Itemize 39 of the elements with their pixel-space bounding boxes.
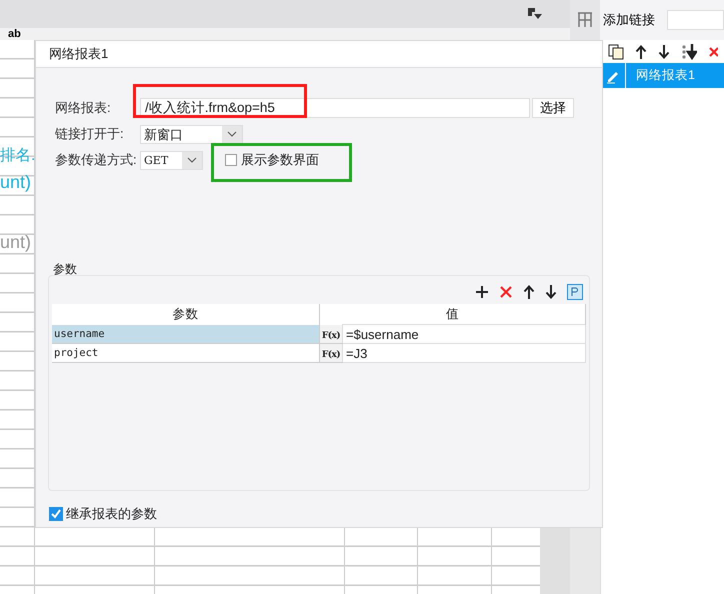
cell-text: 排名. [0,146,35,166]
group-label: 参数 [53,263,78,275]
move-to-bottom-icon[interactable] [681,44,697,60]
table-cell[interactable]: =$username [342,324,586,344]
dropdown[interactable]: GET [140,150,203,170]
plus-icon[interactable] [475,285,489,299]
field-label: 添加链接 [603,11,655,29]
cell-text: unt) [0,171,32,194]
checkbox[interactable] [225,154,237,166]
arrow-down-icon[interactable] [545,285,557,299]
toolbar-text[interactable]: ab [8,28,21,40]
arrow-down-icon[interactable] [658,44,670,58]
dialog-title: 网络报表1 [49,45,108,63]
column-header: 值 [446,306,459,320]
arrow-up-icon[interactable] [523,285,535,299]
chevron-down-icon [227,131,237,137]
cell-text: unt) [0,231,32,254]
chevron-down-icon [187,157,197,163]
copy-icon[interactable] [608,44,624,60]
delete-icon[interactable] [499,285,513,299]
dropdown[interactable]: 新窗口 [140,124,243,144]
input-field[interactable]: /收入统计.frm&op=h5 [140,98,530,118]
checkbox-label: 展示参数界面 [241,151,319,169]
arrow-up-icon[interactable] [635,44,647,58]
field-label: 链接打开于: [55,125,125,143]
parameter-icon[interactable] [567,284,583,300]
field-label: 网络报表: [55,99,112,117]
grid-layout-icon[interactable] [577,12,593,28]
field-label: 参数传递方式: [55,151,138,169]
input-field[interactable] [667,10,724,30]
table-cell[interactable]: =J3 [342,344,586,362]
column-header: 参数 [172,306,198,321]
delete-icon[interactable] [708,44,718,58]
table-cell[interactable]: username [52,324,320,344]
checkbox-label: 继承报表的参数 [66,505,157,523]
table-cell[interactable]: project [52,344,320,362]
dropdown-icon[interactable] [528,8,542,20]
choose-button[interactable]: 选择 [532,98,574,118]
checkbox[interactable] [49,507,63,521]
